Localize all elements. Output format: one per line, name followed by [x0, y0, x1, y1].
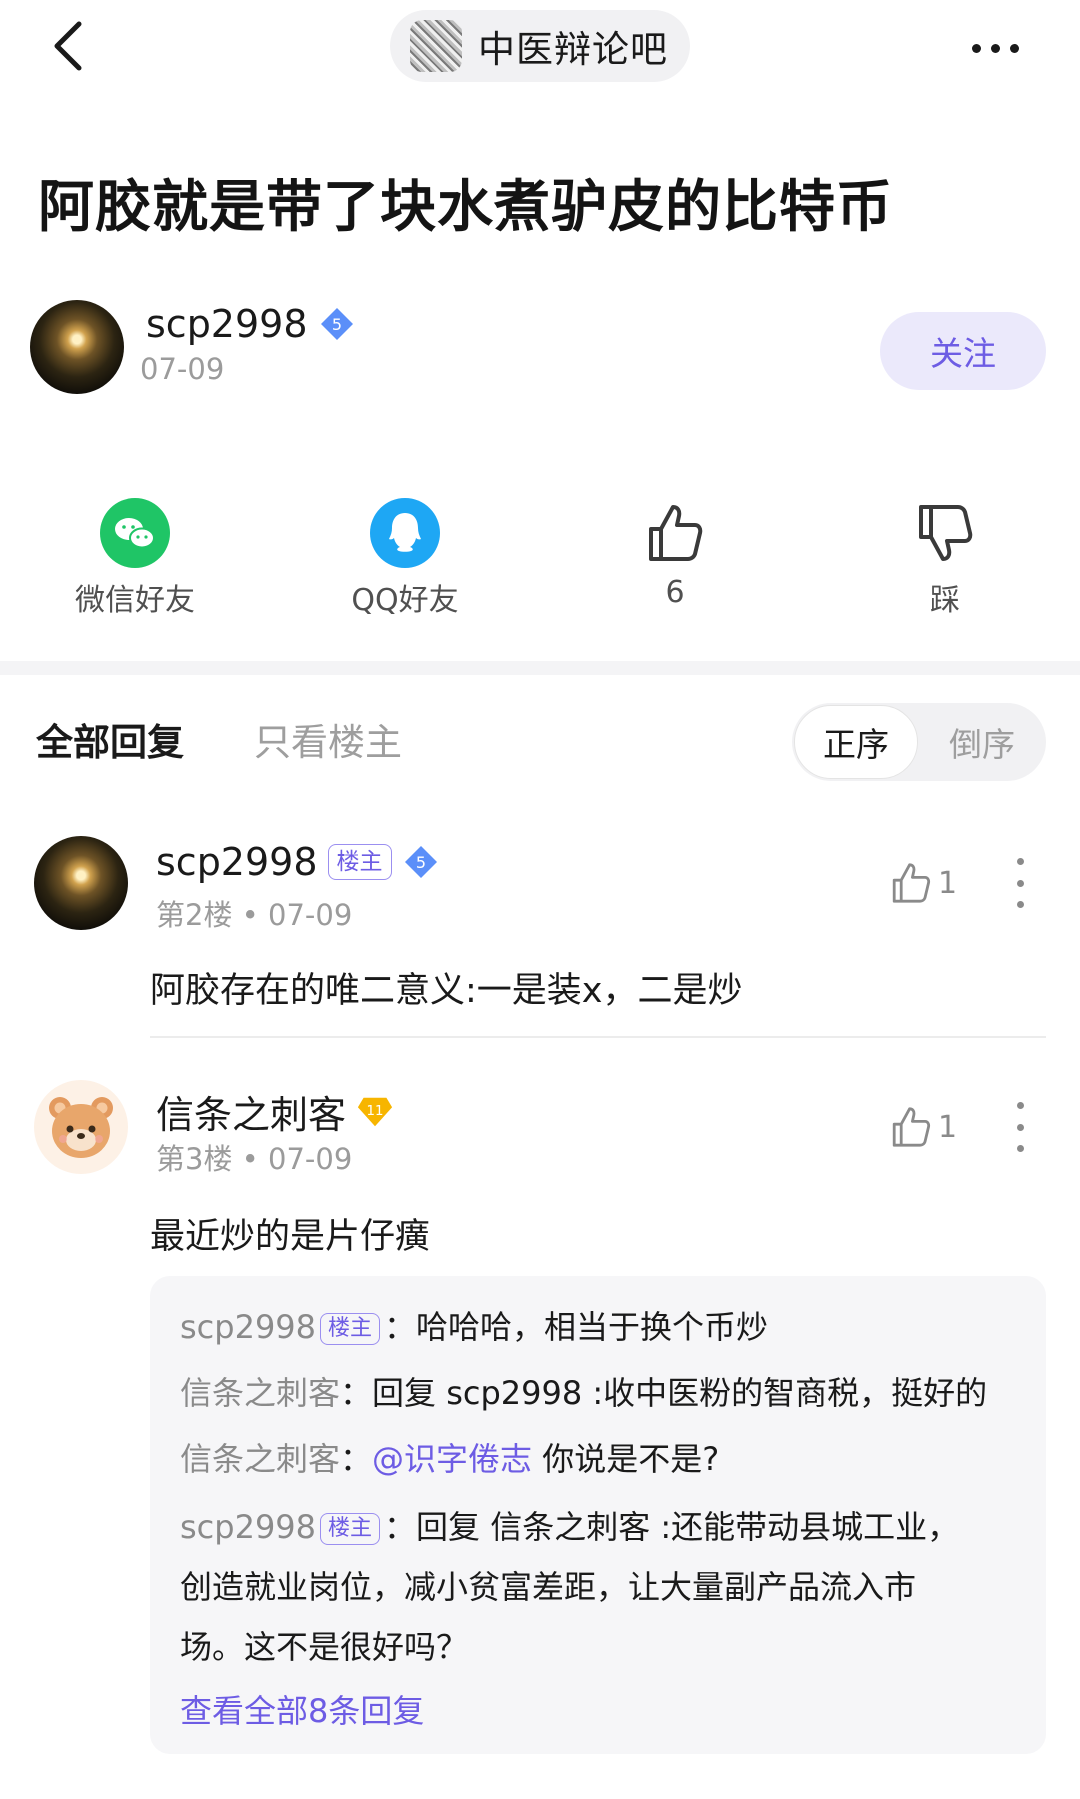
- sub-reply-text: 哈哈哈，相当于换个币炒: [416, 1308, 769, 1346]
- post-title: 阿胶就是带了块水煮驴皮的比特币: [38, 175, 893, 240]
- reply-like-button[interactable]: 1: [890, 860, 957, 906]
- sub-reply-separator: ：: [340, 1374, 373, 1412]
- reply-author-name: scp2998: [156, 840, 318, 884]
- dislike-label: 踩: [930, 583, 960, 618]
- reply-date: 07-09: [268, 1142, 353, 1176]
- sub-reply-text: 回复 scp2998 :收中医粉的智商税，挺好的: [372, 1374, 988, 1412]
- sort-ascending-button[interactable]: 正序: [794, 705, 918, 779]
- author-name[interactable]: scp2998 5: [146, 302, 356, 346]
- follow-button[interactable]: 关注: [880, 312, 1046, 390]
- level-badge-icon: 5: [318, 305, 356, 343]
- reply-more-button[interactable]: [1008, 1102, 1032, 1152]
- tab-owner-only[interactable]: 只看楼主: [254, 712, 402, 766]
- meta-dot: •: [241, 1142, 268, 1176]
- sub-reply-text-continued: 场。这不是很好吗？: [180, 1628, 469, 1666]
- svg-text:11: 11: [367, 1103, 384, 1118]
- thumbs-up-icon: [649, 505, 703, 561]
- author-date: 07-09: [140, 352, 225, 386]
- sub-reply-separator: ：: [340, 1440, 373, 1478]
- reply-author[interactable]: 信条之刺客 11: [156, 1084, 394, 1139]
- like-count: 6: [665, 575, 685, 610]
- tab-all-replies[interactable]: 全部回复: [36, 712, 184, 766]
- thumbs-up-icon: [892, 863, 931, 903]
- share-wechat-button[interactable]: 微信好友: [35, 495, 235, 619]
- wechat-icon: [100, 498, 170, 568]
- reply-author[interactable]: scp2998 楼主 5: [156, 840, 440, 884]
- sub-reply[interactable]: scp2998 楼主 ：哈哈哈，相当于换个币炒: [180, 1302, 768, 1348]
- sub-reply-text: 回复 信条之刺客 :还能带动县城工业，: [416, 1508, 960, 1546]
- level-badge-icon: 11: [356, 1093, 394, 1131]
- share-qq-button[interactable]: QQ好友: [305, 495, 505, 619]
- level-badge-icon: 5: [402, 843, 440, 881]
- sub-reply[interactable]: scp2998 楼主 ：回复 信条之刺客 :还能带动县城工业，: [180, 1502, 959, 1548]
- reply-like-count: 1: [938, 1109, 958, 1145]
- sort-toggle: 正序 倒序: [792, 703, 1046, 781]
- owner-badge: 楼主: [320, 1513, 381, 1545]
- sub-reply-author[interactable]: 信条之刺客: [180, 1374, 340, 1412]
- reply-like-count: 1: [938, 865, 958, 901]
- sub-reply-text: 你说是不是?: [532, 1440, 720, 1478]
- more-vertical-icon: [1016, 858, 1024, 865]
- owner-badge: 楼主: [327, 844, 392, 880]
- qq-icon: [370, 498, 440, 568]
- section-divider: [0, 661, 1080, 675]
- dislike-post-button[interactable]: 踩: [845, 495, 1045, 619]
- reply-meta: 第3楼 • 07-09: [156, 1136, 352, 1178]
- reply-like-button[interactable]: 1: [890, 1104, 957, 1150]
- sub-reply-separator: ：: [384, 1508, 417, 1546]
- see-all-replies-link[interactable]: 查看全部8条回复: [180, 1686, 424, 1732]
- reply-date: 07-09: [268, 898, 353, 932]
- more-horizontal-icon: [971, 43, 981, 53]
- more-vertical-icon: [1016, 1102, 1024, 1109]
- reply-meta: 第2楼 • 07-09: [156, 892, 352, 934]
- reply-divider: [150, 1036, 1046, 1038]
- sub-reply-author[interactable]: scp2998: [180, 1508, 316, 1546]
- forum-avatar: [410, 20, 462, 72]
- sub-reply[interactable]: 信条之刺客：@识字倦志 你说是不是?: [180, 1434, 719, 1480]
- reply-floor: 第3楼: [156, 1142, 233, 1176]
- reply-author-name: 信条之刺客: [156, 1093, 347, 1137]
- bear-avatar-icon: [49, 1097, 113, 1158]
- sub-replies-box: scp2998 楼主 ：哈哈哈，相当于换个币炒 信条之刺客：回复 scp2998 :…: [150, 1276, 1046, 1754]
- mention-link[interactable]: @识字倦志: [372, 1440, 532, 1478]
- thumbs-up-icon: [892, 1107, 931, 1147]
- sort-descending-button[interactable]: 倒序: [922, 705, 1042, 779]
- reply-text: 最近炒的是片仔癀: [150, 1217, 431, 1257]
- share-qq-label: QQ好友: [351, 583, 459, 618]
- chevron-left-icon: [54, 21, 82, 71]
- more-button[interactable]: [960, 28, 1030, 68]
- thumbs-down-icon: [919, 505, 973, 561]
- reply-avatar[interactable]: [34, 836, 128, 930]
- share-wechat-label: 微信好友: [75, 583, 195, 618]
- forum-pill[interactable]: 中医辩论吧: [390, 10, 690, 82]
- svg-text:5: 5: [331, 315, 341, 334]
- sub-reply[interactable]: 信条之刺客：回复 scp2998 :收中医粉的智商税，挺好的: [180, 1368, 987, 1414]
- owner-badge: 楼主: [320, 1313, 381, 1345]
- reply-text: 阿胶存在的唯二意义:一是装x，二是炒: [150, 971, 743, 1011]
- sub-reply-author[interactable]: 信条之刺客: [180, 1440, 340, 1478]
- back-button[interactable]: [40, 18, 96, 74]
- svg-text:5: 5: [415, 853, 425, 872]
- sub-reply-text-continued: 创造就业岗位，减小贫富差距，让大量副产品流入市: [180, 1568, 917, 1606]
- author-avatar[interactable]: [30, 300, 124, 394]
- forum-name: 中医辩论吧: [478, 28, 668, 71]
- sub-reply-author[interactable]: scp2998: [180, 1308, 316, 1346]
- author-name-text: scp2998: [146, 302, 308, 346]
- like-post-button[interactable]: 6: [575, 495, 775, 610]
- meta-dot: •: [241, 898, 268, 932]
- reply-floor: 第2楼: [156, 898, 233, 932]
- reply-more-button[interactable]: [1008, 858, 1032, 908]
- sub-reply-separator: ：: [384, 1308, 417, 1346]
- reply-avatar[interactable]: [34, 1080, 128, 1174]
